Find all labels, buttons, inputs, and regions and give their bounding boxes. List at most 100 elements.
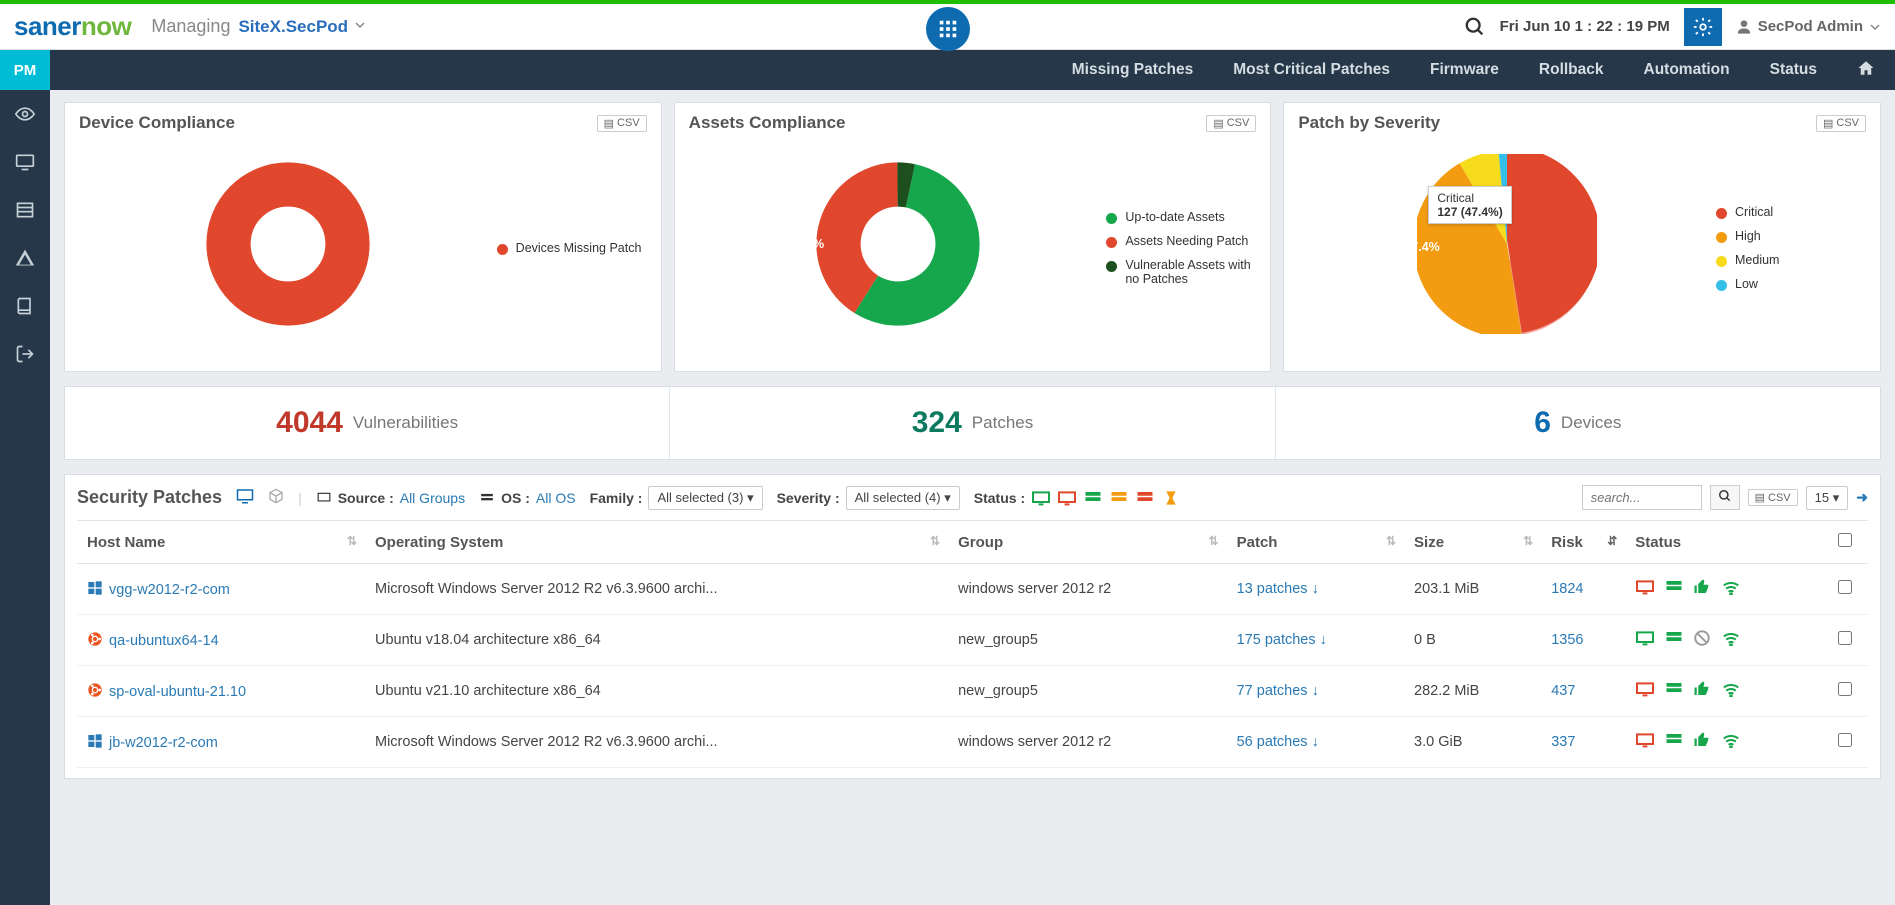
- wifi-icon: [1721, 630, 1741, 650]
- col-group[interactable]: Group⇅: [948, 521, 1227, 564]
- stat-devices: 6: [1534, 406, 1551, 440]
- group-cell: new_group5: [948, 666, 1227, 717]
- search-icon[interactable]: [1464, 16, 1486, 38]
- card-title: Device Compliance: [79, 113, 235, 133]
- card-title: Patch by Severity: [1298, 113, 1440, 133]
- size-cell: 203.1 MiB: [1404, 564, 1541, 615]
- device-donut-chart[interactable]: [79, 159, 497, 329]
- severity-select[interactable]: All selected (4) ▾: [846, 486, 960, 510]
- nav-missing-patches[interactable]: Missing Patches: [1072, 61, 1193, 79]
- risk-link[interactable]: 337: [1551, 734, 1575, 750]
- row-checkbox[interactable]: [1838, 631, 1852, 645]
- thumbs-up-icon: [1693, 578, 1711, 600]
- search-button[interactable]: [1710, 485, 1740, 510]
- patches-link[interactable]: 56 patches ↓: [1237, 734, 1319, 750]
- csv-button[interactable]: ▤ CSV: [597, 115, 647, 132]
- select-all-checkbox[interactable]: [1838, 533, 1852, 547]
- nav-most-critical[interactable]: Most Critical Patches: [1233, 61, 1390, 79]
- user-menu[interactable]: SecPod Admin: [1736, 18, 1881, 35]
- nav-automation[interactable]: Automation: [1644, 61, 1730, 79]
- group-cell: windows server 2012 r2: [948, 717, 1227, 768]
- patches-link[interactable]: 13 patches ↓: [1237, 581, 1319, 597]
- card-device-compliance: Device Compliance ▤ CSV Devices Missing …: [64, 102, 662, 372]
- logo[interactable]: sanernow: [14, 11, 131, 42]
- status-online-icon[interactable]: [1031, 490, 1051, 506]
- group-cell: new_group5: [948, 615, 1227, 666]
- table-row: qa-ubuntux64-14Ubuntu v18.04 architectur…: [77, 615, 1868, 666]
- list-icon[interactable]: [15, 200, 35, 220]
- expand-icon[interactable]: ➜: [1856, 489, 1868, 506]
- host-link[interactable]: vgg-w2012-r2-com: [109, 582, 230, 598]
- os-icon: [87, 580, 103, 596]
- host-link[interactable]: qa-ubuntux64-14: [109, 633, 219, 649]
- header: sanernow Managing SiteX.SecPod Fri Jun 1…: [0, 4, 1895, 50]
- source-filter[interactable]: All Groups: [400, 490, 465, 506]
- col-patch[interactable]: Patch⇅: [1227, 521, 1404, 564]
- wifi-icon: [1721, 579, 1741, 599]
- nav-rollback[interactable]: Rollback: [1539, 61, 1604, 79]
- row-checkbox[interactable]: [1838, 733, 1852, 747]
- download-arrow-icon: ↓: [1312, 581, 1319, 597]
- table-row: sp-oval-ubuntu-21.10Ubuntu v21.10 archit…: [77, 666, 1868, 717]
- patches-link[interactable]: 175 patches ↓: [1237, 632, 1327, 648]
- alert-icon[interactable]: [15, 248, 35, 268]
- sidebar: [0, 90, 50, 905]
- module-badge[interactable]: PM: [0, 50, 50, 90]
- status-filter-icons: [1031, 490, 1181, 506]
- assets-donut-chart[interactable]: 40.9% 55.6%: [689, 159, 1107, 329]
- csv-button[interactable]: ▤ CSV: [1816, 115, 1866, 132]
- apps-button[interactable]: [926, 7, 970, 51]
- stat-vulnerabilities: 4044: [276, 406, 343, 440]
- severity-pie-chart[interactable]: 44% 47.4% Critical127 (47.4%): [1298, 154, 1716, 334]
- monitor-view-icon[interactable]: [236, 487, 254, 508]
- os-icon: [87, 733, 103, 749]
- status-server-orange-icon[interactable]: [1109, 490, 1129, 506]
- chevron-down-icon[interactable]: [354, 18, 366, 36]
- device-status-icon: [1635, 732, 1655, 752]
- cube-view-icon[interactable]: [268, 488, 284, 507]
- monitor-icon[interactable]: [15, 152, 35, 172]
- table-search-input[interactable]: [1582, 485, 1702, 510]
- patches-link[interactable]: 77 patches ↓: [1237, 683, 1319, 699]
- managing-label: Managing: [151, 16, 230, 37]
- site-selector[interactable]: SiteX.SecPod: [238, 17, 348, 37]
- nav-status[interactable]: Status: [1770, 61, 1817, 79]
- table-csv-button[interactable]: ▤ CSV: [1748, 489, 1798, 506]
- os-cell: Microsoft Windows Server 2012 R2 v6.3.96…: [365, 717, 948, 768]
- os-icon: [87, 682, 103, 698]
- row-checkbox[interactable]: [1838, 580, 1852, 594]
- os-filter[interactable]: All OS: [536, 490, 576, 506]
- status-offline-icon[interactable]: [1057, 490, 1077, 506]
- nav-firmware[interactable]: Firmware: [1430, 61, 1499, 79]
- download-arrow-icon: ↓: [1320, 632, 1327, 648]
- subnav-items: Missing Patches Most Critical Patches Fi…: [1072, 59, 1895, 82]
- host-link[interactable]: jb-w2012-r2-com: [109, 735, 218, 751]
- host-link[interactable]: sp-oval-ubuntu-21.10: [109, 684, 246, 700]
- patches-table: Host Name⇅ Operating System⇅ Group⇅ Patc…: [77, 520, 1868, 768]
- risk-link[interactable]: 437: [1551, 683, 1575, 699]
- risk-link[interactable]: 1356: [1551, 632, 1583, 648]
- table-row: vgg-w2012-r2-com Microsoft Windows Server…: [77, 564, 1868, 615]
- col-risk[interactable]: Risk⇵: [1541, 521, 1625, 564]
- settings-button[interactable]: [1684, 8, 1722, 46]
- col-size[interactable]: Size⇅: [1404, 521, 1541, 564]
- status-pending-icon[interactable]: [1161, 490, 1181, 506]
- col-hostname[interactable]: Host Name⇅: [77, 521, 365, 564]
- ban-icon: [1693, 629, 1711, 651]
- csv-button[interactable]: ▤ CSV: [1206, 115, 1256, 132]
- logout-icon[interactable]: [15, 344, 35, 364]
- status-server-red-icon[interactable]: [1135, 490, 1155, 506]
- home-icon[interactable]: [1857, 59, 1875, 82]
- status-server-green-icon[interactable]: [1083, 490, 1103, 506]
- risk-link[interactable]: 1824: [1551, 581, 1583, 597]
- eye-icon[interactable]: [15, 104, 35, 124]
- row-checkbox[interactable]: [1838, 682, 1852, 696]
- page-size-select[interactable]: 15 ▾: [1806, 486, 1849, 510]
- os-cell: Microsoft Windows Server 2012 R2 v6.3.96…: [365, 564, 948, 615]
- family-select[interactable]: All selected (3) ▾: [648, 486, 762, 510]
- book-icon[interactable]: [15, 296, 35, 316]
- col-os[interactable]: Operating System⇅: [365, 521, 948, 564]
- col-status[interactable]: Status: [1625, 521, 1828, 564]
- device-status-icon: [1635, 579, 1655, 599]
- os-icon: [87, 631, 103, 647]
